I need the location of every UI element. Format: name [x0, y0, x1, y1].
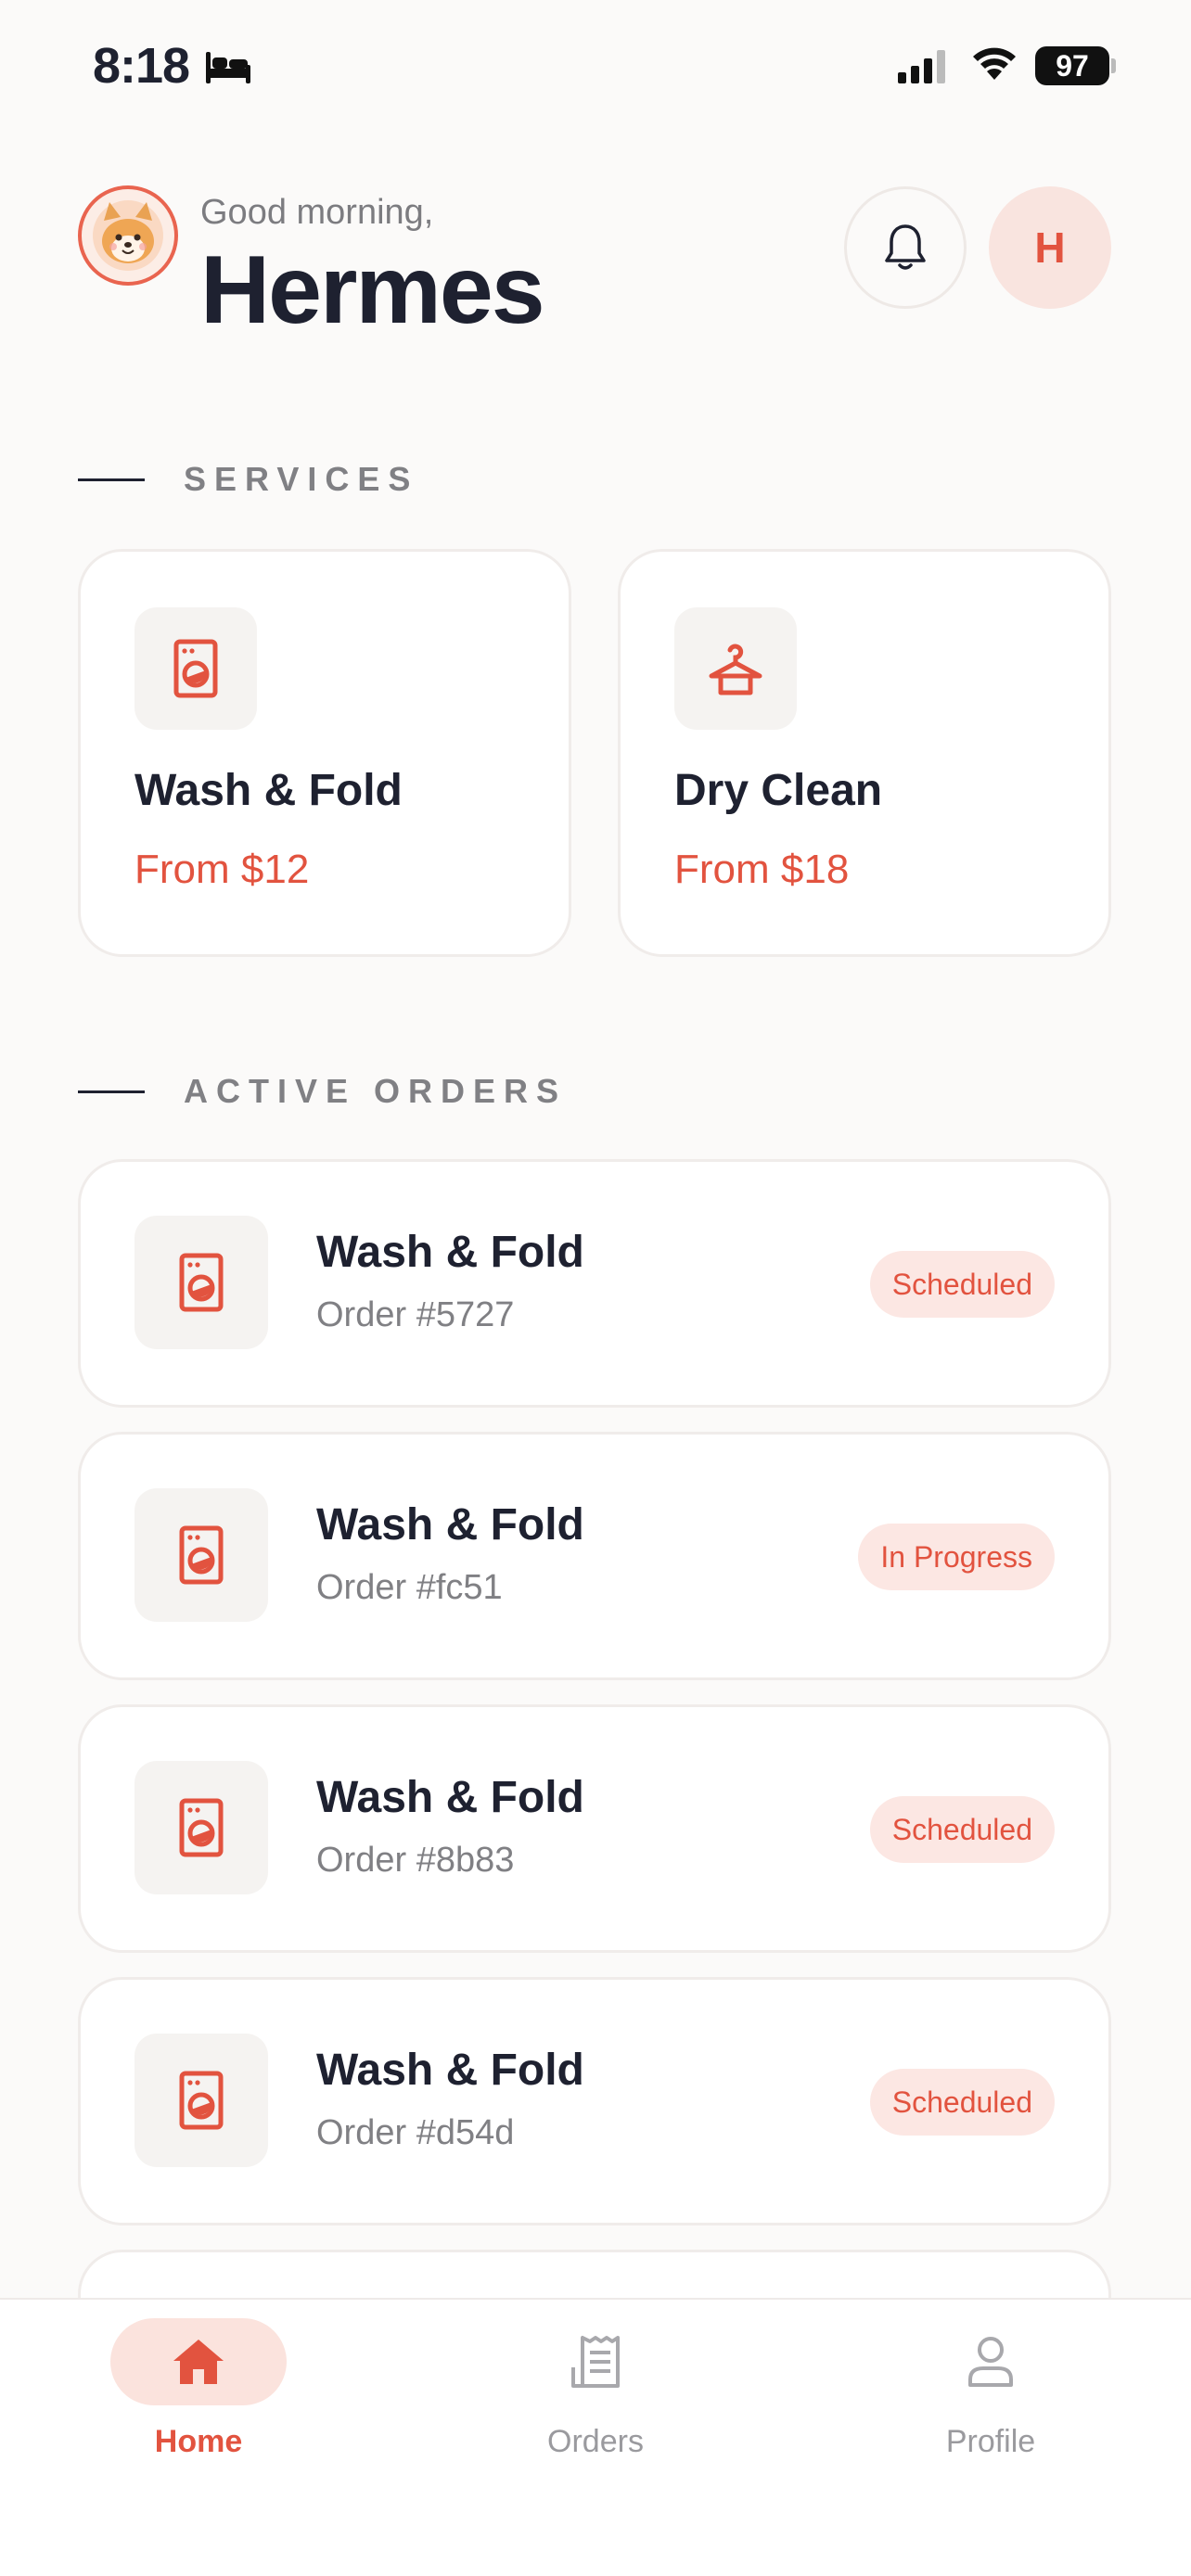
avatar[interactable]: [78, 185, 178, 286]
status-badge: Scheduled: [869, 1796, 1055, 1863]
receipt-icon: [571, 2336, 620, 2388]
greeting-text: Good morning,: [200, 193, 434, 232]
nav-item-orders[interactable]: Orders: [456, 2318, 735, 2504]
person-icon: [968, 2337, 1013, 2387]
status-badge: Scheduled: [869, 1251, 1055, 1318]
nav-active-pill: [110, 2318, 287, 2405]
status-badge: In Progress: [858, 1524, 1055, 1590]
washing-machine-icon: [173, 639, 218, 698]
order-card[interactable]: Wash & Fold Order #d54d Scheduled: [78, 1977, 1111, 2225]
washing-machine-icon: [179, 1798, 224, 1857]
washing-machine-icon: [179, 1253, 224, 1312]
status-time: 8:18: [93, 38, 190, 94]
order-icon-tile: [134, 1216, 268, 1349]
active-orders-section-header: ACTIVE ORDERS: [78, 1068, 567, 1115]
nav-label: Profile: [945, 2424, 1036, 2459]
nav-label: Home: [154, 2424, 243, 2459]
service-price: From $12: [134, 847, 310, 892]
section-divider: [78, 478, 145, 481]
bell-icon: [885, 224, 926, 270]
service-name: Dry Clean: [674, 766, 883, 815]
battery-level: 97: [1035, 46, 1109, 85]
service-icon-tile: [674, 607, 797, 730]
home-screen: 8:18 97 Good morning, Hermes H SERVICES …: [0, 0, 1191, 2576]
nav-label: Orders: [547, 2424, 644, 2459]
washing-machine-icon: [179, 1525, 224, 1585]
order-service-name: Wash & Fold: [316, 1773, 584, 1822]
battery-cap: [1111, 58, 1116, 73]
order-service-name: Wash & Fold: [316, 1228, 584, 1277]
order-icon-tile: [134, 1488, 268, 1622]
service-card-dry-clean[interactable]: Dry Clean From $18: [618, 549, 1111, 957]
service-icon-tile: [134, 607, 257, 730]
status-badge: Scheduled: [869, 2069, 1055, 2136]
washing-machine-icon: [179, 2071, 224, 2130]
bed-icon: [204, 48, 252, 90]
order-card[interactable]: Wash & Fold Order #8b83 Scheduled: [78, 1704, 1111, 1953]
home-icon: [173, 2340, 224, 2384]
order-number: Order #d54d: [316, 2113, 515, 2152]
shiba-mascot-icon: [85, 193, 171, 278]
service-name: Wash & Fold: [134, 766, 403, 815]
service-price: From $18: [674, 847, 850, 892]
section-divider: [78, 1090, 145, 1093]
order-card[interactable]: Wash & Fold Order #fc51 In Progress: [78, 1432, 1111, 1680]
active-orders-title: ACTIVE ORDERS: [184, 1072, 568, 1110]
notifications-button[interactable]: [844, 186, 967, 309]
profile-avatar-button[interactable]: H: [989, 186, 1111, 309]
service-card-wash-fold[interactable]: Wash & Fold From $12: [78, 549, 571, 957]
user-name: Hermes: [200, 236, 545, 344]
order-service-name: Wash & Fold: [316, 2046, 584, 2095]
wifi-icon: [970, 45, 1018, 86]
order-icon-tile: [134, 1761, 268, 1894]
services-section-header: SERVICES: [78, 456, 418, 503]
order-card[interactable]: Wash & Fold Order #5727 Scheduled: [78, 1159, 1111, 1408]
signal-icon: [898, 50, 950, 88]
order-icon-tile: [134, 2034, 268, 2167]
hanger-icon: [709, 644, 762, 695]
status-bar: 8:18 97: [0, 0, 1191, 139]
order-number: Order #8b83: [316, 1841, 515, 1880]
nav-item-profile[interactable]: Profile: [852, 2318, 1130, 2504]
order-service-name: Wash & Fold: [316, 1500, 584, 1549]
nav-pill: [507, 2318, 684, 2405]
order-number: Order #5727: [316, 1295, 515, 1334]
services-title: SERVICES: [184, 460, 419, 498]
nav-pill: [903, 2318, 1079, 2405]
nav-item-home[interactable]: Home: [59, 2318, 338, 2504]
order-number: Order #fc51: [316, 1568, 503, 1607]
bottom-nav: Home Orders Profile: [0, 2298, 1191, 2576]
